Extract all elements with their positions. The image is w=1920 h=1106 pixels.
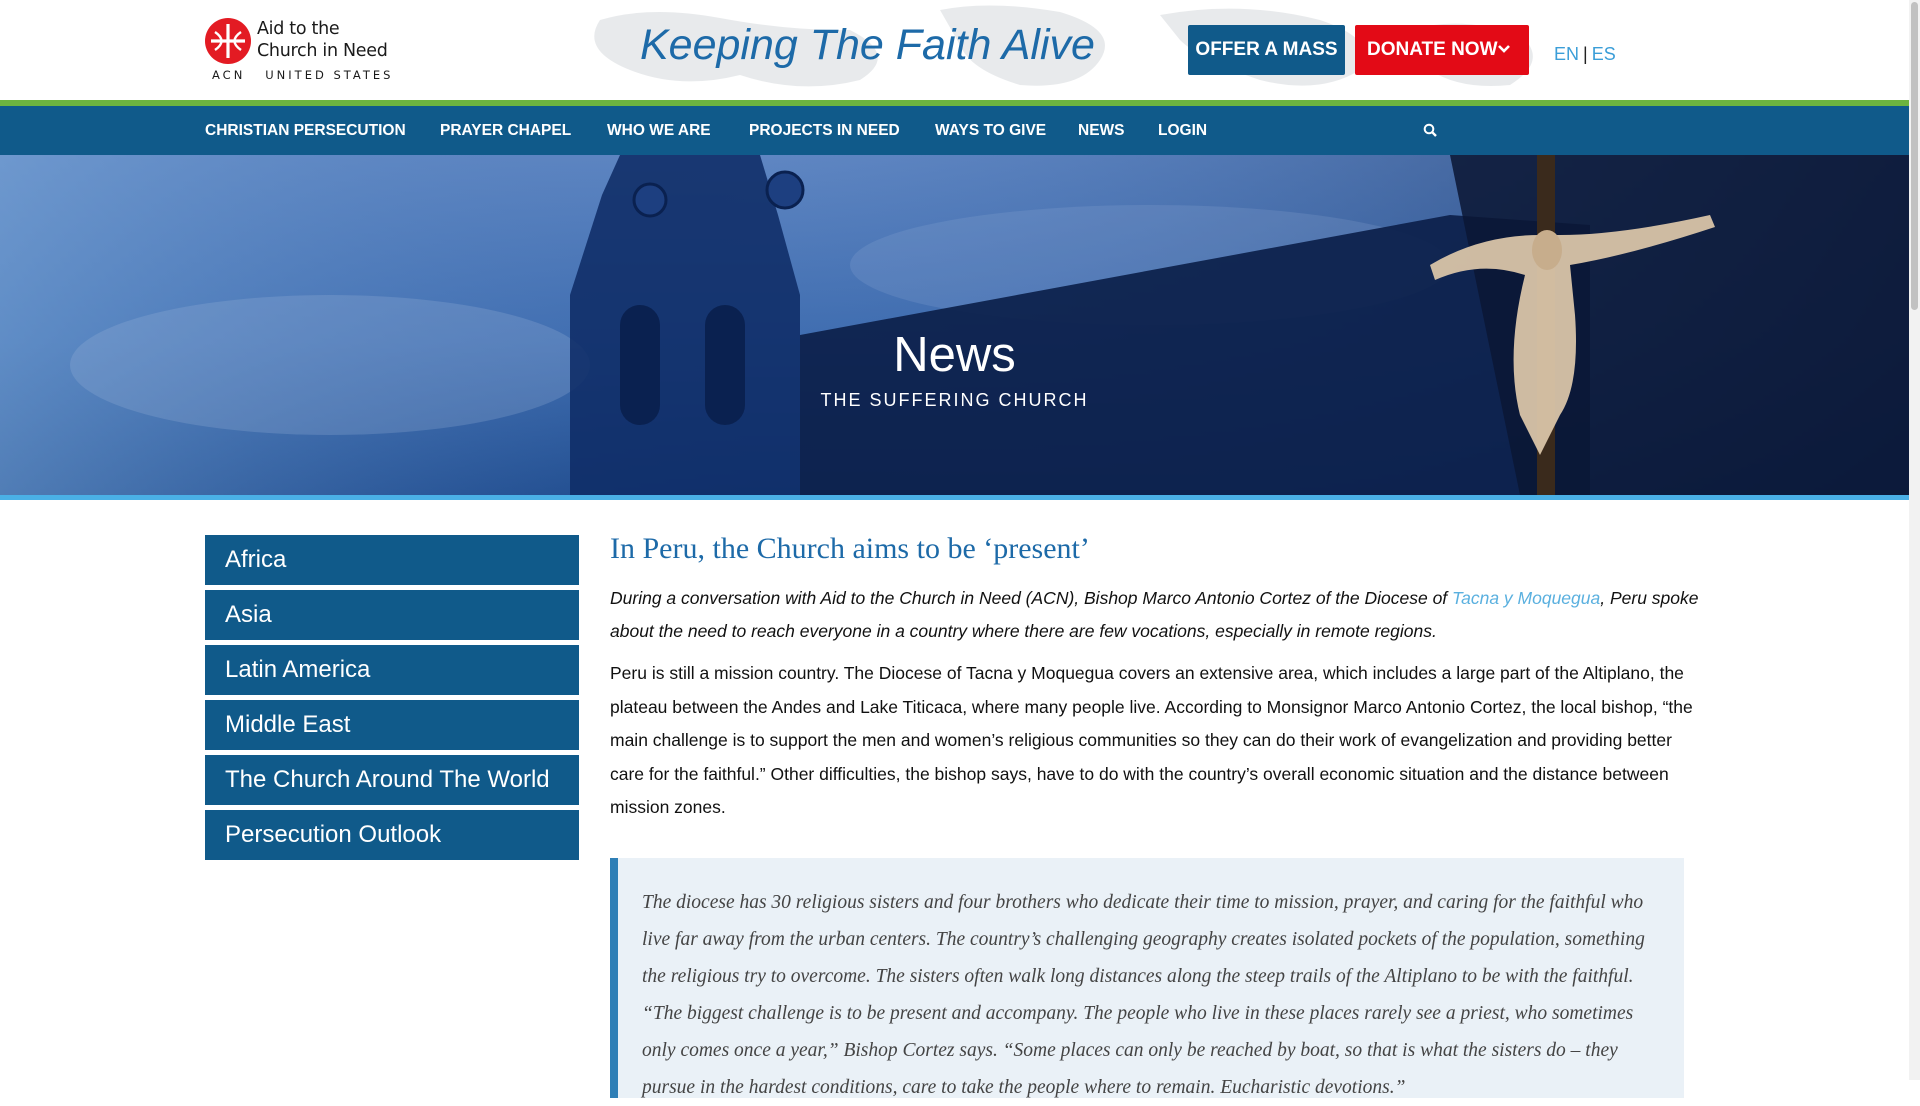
nav-item-news[interactable]: NEWS: [1078, 106, 1125, 155]
article: In Peru, the Church aims to be ‘present’…: [610, 532, 1700, 825]
sidebar-item-church-around-the-world[interactable]: The Church Around The World: [205, 755, 579, 805]
nav-item-who-we-are[interactable]: WHO WE ARE: [607, 106, 711, 155]
scrollbar-thumb[interactable]: [1911, 2, 1918, 310]
logo-text: Aid to the Church in Need: [257, 18, 388, 62]
article-title: In Peru, the Church aims to be ‘present’: [610, 532, 1090, 565]
hero-banner: News THE SUFFERING CHURCH: [0, 155, 1909, 495]
article-body-paragraph: Peru is still a mission country. The Dio…: [610, 663, 1693, 817]
nav-item-ways-to-give[interactable]: WAYS TO GIVE: [935, 106, 1046, 155]
category-sidebar: Africa Asia Latin America Middle East Th…: [205, 535, 579, 865]
hero-title: News: [893, 328, 1016, 382]
lang-en-link[interactable]: EN: [1554, 44, 1579, 64]
lang-separator: |: [1583, 44, 1588, 64]
nav-item-prayer-chapel[interactable]: PRAYER CHAPEL: [440, 106, 571, 155]
sidebar-item-africa[interactable]: Africa: [205, 535, 579, 585]
sidebar-item-persecution-outlook[interactable]: Persecution Outlook: [205, 810, 579, 860]
main-nav: CHRISTIAN PERSECUTION PRAYER CHAPEL WHO …: [0, 106, 1909, 155]
chevron-down-icon: [1498, 45, 1510, 53]
logo-line-1: Aid to the: [257, 19, 340, 39]
site-header: Aid to the Church in Need ACN UNITED STA…: [0, 0, 1909, 100]
sidebar-item-latin-america[interactable]: Latin America: [205, 645, 579, 695]
hero-accent-line: [0, 495, 1909, 500]
logo-line-2: Church in Need: [257, 41, 388, 61]
article-blockquote: The diocese has 30 religious sisters and…: [610, 858, 1684, 1098]
diocese-link[interactable]: Tacna y Moquegua: [1452, 588, 1600, 608]
site-logo[interactable]: Aid to the Church in Need ACN UNITED STA…: [205, 18, 395, 84]
donate-now-button[interactable]: DONATE NOW: [1355, 25, 1529, 75]
sidebar-item-middle-east[interactable]: Middle East: [205, 700, 579, 750]
nav-item-login[interactable]: LOGIN: [1158, 106, 1207, 155]
logo-subtitle: ACN UNITED STATES: [212, 68, 394, 82]
lang-es-link[interactable]: ES: [1592, 44, 1616, 64]
acn-cross-logo-icon: [205, 18, 251, 64]
hero-background-image: [0, 155, 1909, 495]
hero-subtitle: THE SUFFERING CHURCH: [820, 390, 1089, 410]
sidebar-item-asia[interactable]: Asia: [205, 590, 579, 640]
offer-a-mass-button[interactable]: OFFER A MASS: [1188, 25, 1345, 75]
site-tagline: Keeping The Faith Alive: [640, 21, 1095, 69]
blockquote-text: The diocese has 30 religious sisters and…: [642, 892, 1645, 1098]
article-lead: During a conversation with Aid to the Ch…: [610, 582, 1700, 648]
article-lead-text: During a conversation with Aid to the Ch…: [610, 588, 1453, 608]
donate-now-label: DONATE NOW: [1367, 39, 1498, 60]
language-switcher: EN | ES: [1554, 44, 1616, 65]
search-icon[interactable]: [1423, 123, 1438, 138]
nav-item-projects-in-need[interactable]: PROJECTS IN NEED: [749, 106, 900, 155]
nav-item-christian-persecution[interactable]: CHRISTIAN PERSECUTION: [205, 106, 406, 155]
